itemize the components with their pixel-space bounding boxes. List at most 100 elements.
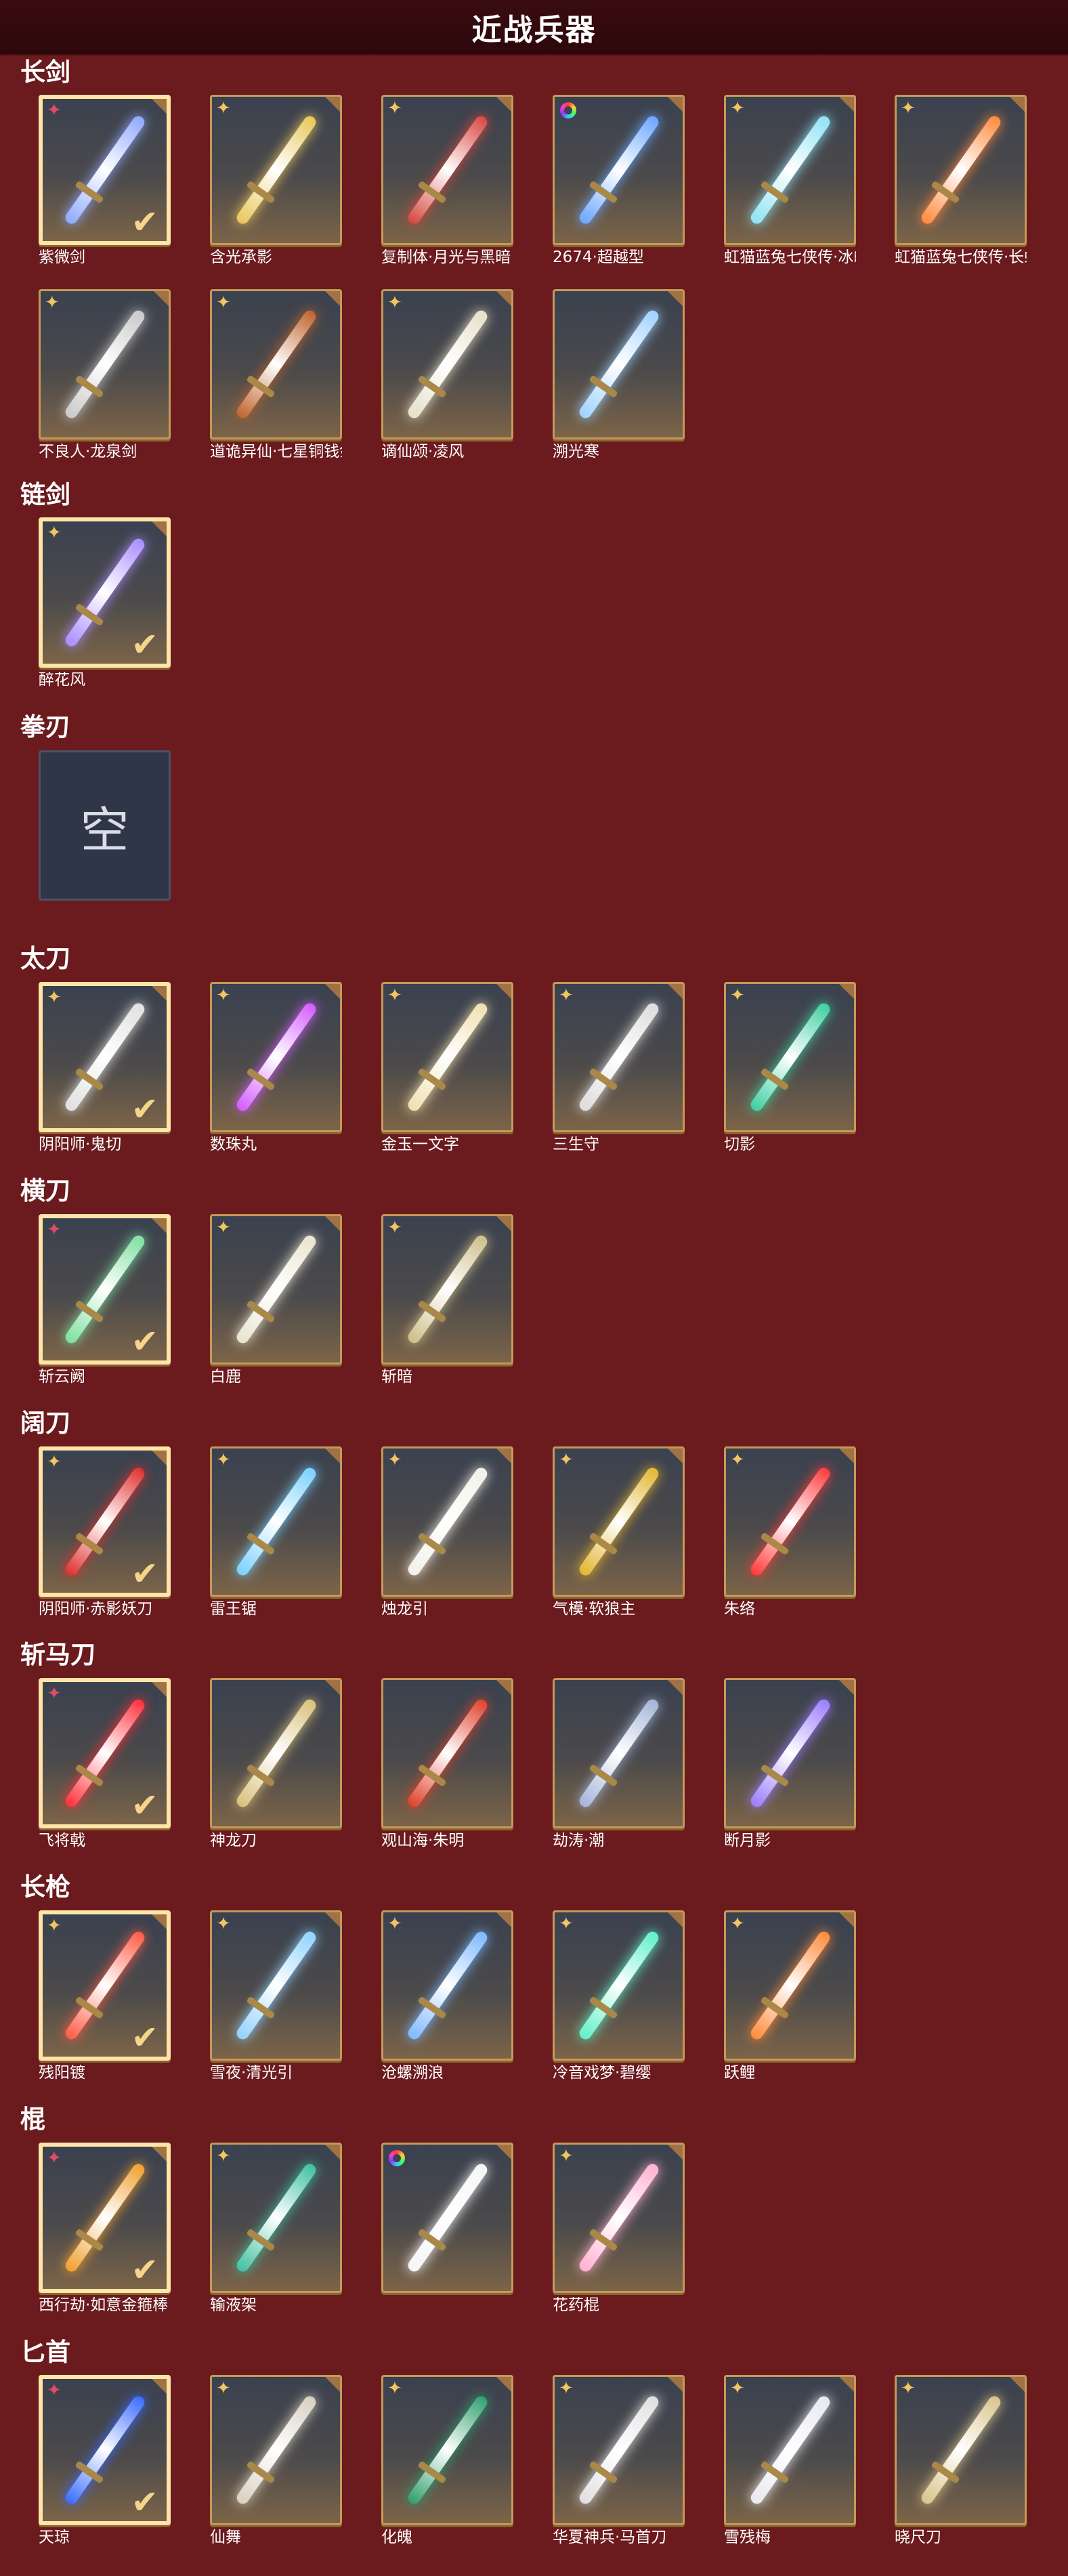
weapon-item[interactable]: ✦ 雪夜·清光引 [210, 1910, 342, 2082]
weapon-item[interactable]: ✦ 虹猫蓝兔七侠传·冰魄剑 [724, 95, 856, 266]
weapon-card[interactable]: ✦ [210, 2143, 342, 2293]
weapon-card[interactable]: ✦ [381, 1910, 513, 2061]
weapon-card[interactable] [553, 95, 685, 245]
weapon-item[interactable]: ✦ 华夏神兵·马首刀 [553, 2375, 685, 2546]
weapon-card[interactable]: ✦ [210, 1214, 342, 1365]
weapon-item[interactable]: ✦ 切影 [724, 982, 856, 1153]
weapon-item[interactable]: ✦ 输液架 [210, 2143, 342, 2314]
weapon-item[interactable]: ✦ ✔ 阴阳师·赤影妖刀 [39, 1446, 171, 1618]
weapon-item[interactable]: ✦ ✔ 飞将戟 [39, 1678, 171, 1849]
weapon-card[interactable]: ✦ ✔ [39, 517, 171, 668]
weapon-item[interactable]: ✦ 数珠丸 [210, 982, 342, 1153]
weapon-item[interactable]: ✦ 跃鲤 [724, 1910, 856, 2082]
weapon-item[interactable]: ✦ ✔ 斩云阙 [39, 1214, 171, 1386]
weapon-item[interactable]: ✦ 白鹿 [210, 1214, 342, 1386]
weapon-card[interactable]: ✦ ✔ [39, 1214, 171, 1365]
weapon-card[interactable]: ✦ [724, 2375, 856, 2525]
weapon-item[interactable]: ✦ 不良人·龙泉剑 [39, 289, 171, 460]
weapon-card[interactable]: ✦ ✔ [39, 2375, 171, 2525]
weapon-item[interactable]: ✦ ✔ 醉花风 [39, 517, 171, 689]
weapon-name: 切影 [724, 1136, 755, 1153]
weapon-card[interactable]: ✦ [724, 1446, 856, 1597]
weapon-image-icon [62, 308, 147, 421]
weapon-item[interactable]: ✦ 朱络 [724, 1446, 856, 1618]
weapon-card[interactable] [210, 1678, 342, 1828]
weapon-card[interactable]: ✦ [210, 982, 342, 1132]
weapon-card[interactable]: ✦ ✔ [39, 2143, 171, 2293]
weapon-item[interactable]: ✦ ✔ 西行劫·如意金箍棒 [39, 2143, 171, 2314]
weapon-item[interactable]: ✦ 金玉一文字 [381, 982, 513, 1153]
weapon-item[interactable]: ✦ ✔ 紫微剑 [39, 95, 171, 266]
weapon-card[interactable]: ✦ [39, 289, 171, 439]
weapon-item[interactable]: ✦ 仙舞 [210, 2375, 342, 2546]
weapon-card[interactable]: ✦ ✔ [39, 95, 171, 245]
weapon-item[interactable]: ✦ 复制体·月光与黑暗 [381, 95, 513, 266]
weapon-item[interactable]: ✦ 三生守 [553, 982, 685, 1153]
weapon-item[interactable]: 2674·超越型 [553, 95, 685, 266]
weapon-item[interactable]: ✦ 气模·软狼主 [553, 1446, 685, 1618]
weapon-card[interactable]: ✦ [895, 95, 1027, 245]
weapon-item[interactable]: ✦ 花药棍 [553, 2143, 685, 2314]
weapon-card[interactable]: ✦ [553, 982, 685, 1132]
weapon-item[interactable]: 劫涛·潮 [553, 1678, 685, 1849]
weapon-image-icon [405, 1001, 490, 1113]
weapon-card[interactable]: ✦ [724, 95, 856, 245]
weapon-item[interactable]: ✦ ✔ 天琼 [39, 2375, 171, 2546]
weapon-card[interactable]: ✦ [210, 1910, 342, 2061]
weapon-item[interactable]: ✦ 斩暗 [381, 1214, 513, 1386]
weapon-card[interactable]: ✦ [553, 2143, 685, 2293]
card-corner-icon [839, 97, 854, 112]
weapon-card[interactable]: ✦ ✔ [39, 1910, 171, 2061]
weapon-card[interactable] [381, 2143, 513, 2293]
weapon-card[interactable]: ✦ ✔ [39, 982, 171, 1132]
weapon-card[interactable]: ✦ [895, 2375, 1027, 2525]
weapon-item[interactable]: ✦ 沧螺溯浪 [381, 1910, 513, 2082]
weapon-item[interactable]: ✦ 冷音戏梦·碧缨 [553, 1910, 685, 2082]
weapon-card[interactable] [381, 1678, 513, 1828]
weapon-item[interactable]: ✦ ✔ 残阳镀 [39, 1910, 171, 2082]
weapon-image-icon [405, 308, 490, 421]
weapon-item[interactable]: ✦ 道诡异仙·七星铜钱剑 [210, 289, 342, 460]
weapon-item[interactable]: ✦ 雪残梅 [724, 2375, 856, 2546]
weapon-card[interactable]: ✦ [553, 1910, 685, 2061]
weapon-card[interactable]: ✦ [381, 2375, 513, 2525]
section-title: 长枪 [20, 1872, 70, 1902]
weapon-card[interactable]: ✦ [553, 2375, 685, 2525]
weapon-item[interactable]: ✦ ✔ 阴阳师·鬼切 [39, 982, 171, 1153]
weapon-card[interactable]: ✦ [381, 95, 513, 245]
empty-slot-card[interactable]: 空 [39, 750, 171, 901]
weapon-card[interactable]: ✦ [210, 289, 342, 439]
weapon-card[interactable]: ✦ [381, 982, 513, 1132]
weapon-card[interactable]: ✦ [210, 1446, 342, 1597]
weapon-card[interactable] [553, 289, 685, 439]
weapon-item[interactable]: 空 [39, 750, 171, 901]
weapon-item[interactable]: ✦ 含光承影 [210, 95, 342, 266]
weapon-item[interactable]: 观山海·朱明 [381, 1678, 513, 1849]
weapon-card[interactable]: ✦ [381, 289, 513, 439]
weapon-item[interactable]: 断月影 [724, 1678, 856, 1849]
weapon-card[interactable]: ✦ [553, 1446, 685, 1597]
weapon-card[interactable]: ✦ [381, 1446, 513, 1597]
weapon-item[interactable]: ✦ 虹猫蓝兔七侠传·长虹剑 [895, 95, 1027, 266]
weapon-item[interactable]: ✦ 化魄 [381, 2375, 513, 2546]
weapon-item[interactable]: ✦ 晓尺刀 [895, 2375, 1027, 2546]
card-corner-icon [152, 1451, 167, 1465]
weapon-image-icon [405, 2394, 490, 2506]
weapon-item[interactable]: 神龙刀 [210, 1678, 342, 1849]
weapon-card[interactable] [553, 1678, 685, 1828]
rarity-pink-star-icon: ✦ [47, 2148, 62, 2168]
weapon-item[interactable]: 溯光寒 [553, 289, 685, 460]
weapon-item[interactable]: ✦ 谪仙颂·凌风 [381, 289, 513, 460]
weapon-card[interactable]: ✦ ✔ [39, 1678, 171, 1828]
weapon-item[interactable]: ✦ 烛龙引 [381, 1446, 513, 1618]
weapon-item[interactable]: ✦ 雷王锯 [210, 1446, 342, 1618]
weapon-card[interactable]: ✦ [724, 1910, 856, 2061]
weapon-card[interactable]: ✦ [381, 1214, 513, 1365]
weapon-card[interactable]: ✦ [210, 2375, 342, 2525]
equipped-check-icon: ✔ [131, 1786, 158, 1824]
weapon-item[interactable] [381, 2143, 513, 2297]
weapon-card[interactable]: ✦ [210, 95, 342, 245]
weapon-card[interactable]: ✦ [724, 982, 856, 1132]
weapon-card[interactable]: ✦ ✔ [39, 1446, 171, 1597]
weapon-card[interactable] [724, 1678, 856, 1828]
